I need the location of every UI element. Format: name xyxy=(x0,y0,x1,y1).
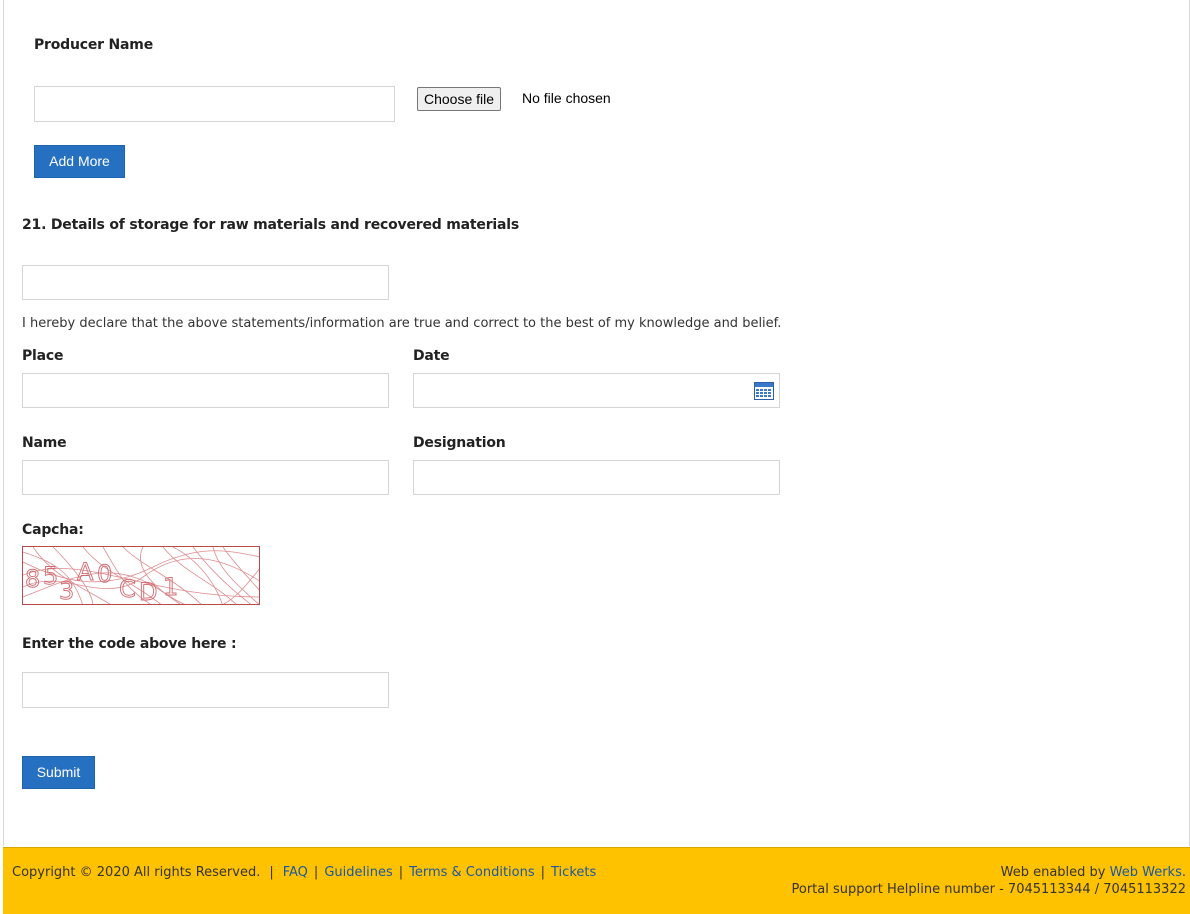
producer-name-label: Producer Name xyxy=(34,37,153,53)
terms-link[interactable]: Terms & Conditions xyxy=(409,865,535,880)
captcha-label: Capcha: xyxy=(22,522,84,538)
footer-right: Web enabled by Web Werks. Portal support… xyxy=(791,865,1186,897)
captcha-char-6: D xyxy=(139,578,157,605)
footer-separator: | xyxy=(313,865,319,880)
submit-button[interactable]: Submit xyxy=(22,756,95,789)
captcha-char-5: C xyxy=(119,575,136,603)
guidelines-link[interactable]: Guidelines xyxy=(324,865,392,880)
captcha-image: 8 5 3 A 0 C D 1 xyxy=(22,546,260,605)
tickets-link[interactable]: Tickets xyxy=(551,865,596,880)
designation-label: Designation xyxy=(413,435,506,451)
declaration-text: I hereby declare that the above statemen… xyxy=(22,316,782,331)
storage-details-label: 21. Details of storage for raw materials… xyxy=(22,217,519,233)
captcha-char-4: 0 xyxy=(97,560,112,588)
footer-separator: | xyxy=(269,865,274,880)
captcha-char-0: 8 xyxy=(25,565,40,593)
left-border xyxy=(3,0,4,846)
file-status-text: No file chosen xyxy=(522,90,611,106)
footer-left: Copyright © 2020 All rights Reserved. | FA… xyxy=(12,865,596,880)
helpline-text: Portal support Helpline number - 7045113… xyxy=(791,882,1186,897)
captcha-char-1: 5 xyxy=(43,562,58,590)
choose-file-button[interactable]: Choose file xyxy=(417,87,502,111)
footer-separator: | xyxy=(540,865,546,880)
name-input[interactable] xyxy=(22,460,389,495)
producer-name-input[interactable] xyxy=(34,86,395,122)
date-label: Date xyxy=(413,348,450,364)
captcha-char-7: 1 xyxy=(163,573,178,601)
captcha-input-label: Enter the code above here : xyxy=(22,636,237,652)
date-input[interactable] xyxy=(413,373,780,408)
place-input[interactable] xyxy=(22,373,389,408)
place-label: Place xyxy=(22,348,64,364)
page: Producer Name Choose file No file chosen… xyxy=(0,0,1190,914)
copyright-text: Copyright © 2020 All rights Reserved. xyxy=(12,865,261,880)
add-more-button[interactable]: Add More xyxy=(34,145,125,178)
designation-input[interactable] xyxy=(413,460,780,495)
web-enabled-text: Web enabled by xyxy=(1000,865,1110,880)
footer: Copyright © 2020 All rights Reserved. | FA… xyxy=(3,847,1190,914)
web-enabled-suffix: . xyxy=(1181,865,1186,880)
web-werks-link[interactable]: Web Werks xyxy=(1110,865,1182,880)
name-label: Name xyxy=(22,435,67,451)
captcha-char-3: A xyxy=(77,558,94,586)
faq-link[interactable]: FAQ xyxy=(283,865,308,880)
storage-details-input[interactable] xyxy=(22,265,389,300)
calendar-icon[interactable] xyxy=(754,382,774,400)
web-enabled-line: Web enabled by Web Werks. xyxy=(791,865,1186,880)
captcha-char-2: 3 xyxy=(59,577,74,605)
captcha-input[interactable] xyxy=(22,672,389,708)
footer-separator: | xyxy=(398,865,404,880)
